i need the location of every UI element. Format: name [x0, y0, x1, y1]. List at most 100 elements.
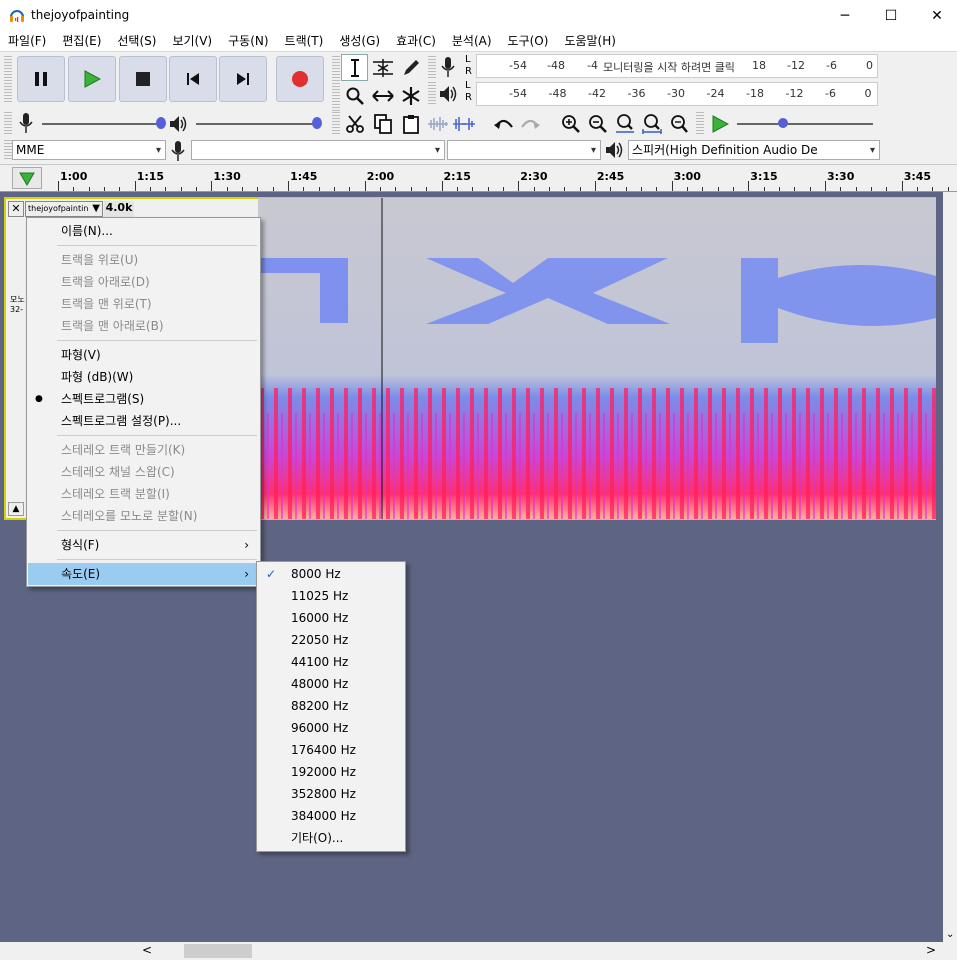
stop-button[interactable]: [119, 56, 167, 102]
context-menu-item[interactable]: 트랙을 맨 아래로(B): [28, 315, 259, 337]
menu-9[interactable]: 도구(O): [500, 31, 557, 51]
rate-option[interactable]: 96000 Hz: [258, 717, 404, 739]
rate-option[interactable]: 22050 Hz: [258, 629, 404, 651]
draw-tool-button[interactable]: [397, 54, 424, 81]
play-at-speed-button[interactable]: [706, 110, 733, 137]
selection-tool-button[interactable]: [341, 54, 368, 81]
multi-tool-button[interactable]: [397, 82, 424, 109]
rate-option[interactable]: 44100 Hz: [258, 651, 404, 673]
context-menu-item[interactable]: 파형 (dB)(W): [28, 366, 259, 388]
rate-option[interactable]: 48000 Hz: [258, 673, 404, 695]
recording-device-select[interactable]: ▾: [191, 140, 445, 160]
paste-button[interactable]: [397, 110, 424, 137]
record-meter[interactable]: -54 -48 -4 18 -12 -6 0 모니터링을 시작 하려면 클릭: [476, 54, 878, 78]
envelope-tool-button[interactable]: [369, 54, 396, 81]
skip-to-start-button[interactable]: [169, 56, 217, 102]
playback-speed-slider[interactable]: [737, 123, 873, 125]
pinned-play-head-button[interactable]: [12, 167, 42, 189]
pause-button[interactable]: [17, 56, 65, 102]
context-menu-item[interactable]: 속도(E) ›: [28, 563, 259, 585]
menu-3[interactable]: 보기(V): [164, 31, 220, 51]
rate-option[interactable]: 88200 Hz: [258, 695, 404, 717]
playback-volume-thumb[interactable]: [312, 117, 322, 129]
context-menu-item[interactable]: 트랙을 맨 위로(T): [28, 293, 259, 315]
fit-project-button[interactable]: [638, 110, 665, 137]
menu-1[interactable]: 편집(E): [54, 31, 109, 51]
toolbar-grip[interactable]: [4, 56, 12, 104]
context-menu-item[interactable]: 스테레오 트랙 분할(I): [28, 483, 259, 505]
rate-option[interactable]: 기타(O)...: [258, 827, 404, 849]
menu-8[interactable]: 분석(A): [444, 31, 500, 51]
playback-speed-thumb[interactable]: [778, 118, 788, 128]
menu-bar: 파일(F) 편집(E) 선택(S) 보기(V) 구동(N) 트랙(T) 생성(G) 효과(C)…: [0, 31, 957, 51]
track-close-button[interactable]: ✕: [8, 201, 24, 217]
cut-button[interactable]: [341, 110, 368, 137]
context-menu-item[interactable]: 스테레오 채널 스왑(C): [28, 461, 259, 483]
context-menu-item[interactable]: 파형(V): [28, 344, 259, 366]
zoom-out-button[interactable]: [584, 110, 611, 137]
close-button[interactable]: ✕: [914, 0, 957, 31]
toolbar-grip[interactable]: [332, 56, 340, 111]
track-name-menu-button[interactable]: thejoyofpaintin ▼: [25, 201, 103, 217]
scroll-down-icon[interactable]: ⌄: [946, 929, 954, 940]
rate-option[interactable]: 352800 Hz: [258, 783, 404, 805]
recording-channels-select[interactable]: ▾: [447, 140, 601, 160]
playback-meter[interactable]: -54 -48 -42 -36 -30 -24 -18 -12 -6 0: [476, 82, 878, 106]
copy-button[interactable]: [369, 110, 396, 137]
timeline-ruler[interactable]: 1:00 1:15 1:30 1:45 2:00 2:15 2:30 2:45 3:00 3:15…: [0, 164, 957, 192]
horizontal-scrollbar[interactable]: < >: [0, 942, 957, 960]
fit-selection-button[interactable]: [611, 110, 638, 137]
zoom-in-button[interactable]: [557, 110, 584, 137]
context-menu-item[interactable]: 스테레오 트랙 만들기(K): [28, 439, 259, 461]
toolbar-grip[interactable]: [428, 56, 436, 78]
context-menu-item[interactable]: 형식(F) ›: [28, 534, 259, 556]
record-button[interactable]: [276, 56, 324, 102]
menu-7[interactable]: 효과(C): [388, 31, 444, 51]
context-menu-item[interactable]: 스펙트로그램 설정(P)...: [28, 410, 259, 432]
context-menu-item[interactable]: ● 스펙트로그램(S): [28, 388, 259, 410]
toolbar-grip[interactable]: [332, 112, 340, 134]
silence-audio-button[interactable]: [450, 110, 477, 137]
menu-4[interactable]: 구동(N): [220, 31, 276, 51]
audio-host-select[interactable]: MME ▾: [12, 140, 166, 160]
rate-option[interactable]: ✓ 8000 Hz: [258, 563, 404, 585]
toolbar-grip[interactable]: [4, 112, 12, 134]
toolbar-grip[interactable]: [696, 112, 704, 134]
playback-device-select[interactable]: 스피커(High Definition Audio De ▾: [628, 140, 880, 160]
menu-10[interactable]: 도움말(H): [556, 31, 624, 51]
menu-0[interactable]: 파일(F): [0, 31, 54, 51]
trim-audio-button[interactable]: [424, 110, 451, 137]
maximize-button[interactable]: ☐: [868, 0, 914, 31]
rate-option[interactable]: 176400 Hz: [258, 739, 404, 761]
playback-volume-slider[interactable]: [196, 123, 316, 125]
context-menu-item[interactable]: 트랙을 위로(U): [28, 249, 259, 271]
rate-option[interactable]: 384000 Hz: [258, 805, 404, 827]
redo-button[interactable]: [516, 110, 543, 137]
undo-button[interactable]: [490, 110, 517, 137]
rate-option[interactable]: 16000 Hz: [258, 607, 404, 629]
menu-6[interactable]: 생성(G): [331, 31, 388, 51]
time-shift-tool-button[interactable]: [369, 82, 396, 109]
zoom-toggle-button[interactable]: [665, 110, 692, 137]
recording-volume-slider[interactable]: [42, 123, 162, 125]
rate-option[interactable]: 11025 Hz: [258, 585, 404, 607]
play-button[interactable]: [68, 56, 116, 102]
zoom-tool-button[interactable]: [341, 82, 368, 109]
rate-option[interactable]: 192000 Hz: [258, 761, 404, 783]
context-menu-item[interactable]: 이름(N)...: [28, 220, 259, 242]
toolbar-grip[interactable]: [4, 140, 12, 160]
context-menu-item[interactable]: 스테레오를 모노로 분할(N): [28, 505, 259, 527]
skip-to-end-button[interactable]: [219, 56, 267, 102]
recording-volume-thumb[interactable]: [156, 117, 166, 129]
spectrogram-view[interactable]: [258, 198, 936, 519]
minimize-button[interactable]: ─: [822, 0, 868, 31]
toolbar-grip[interactable]: [428, 82, 436, 106]
context-menu-item[interactable]: 트랙을 아래로(D): [28, 271, 259, 293]
menu-5[interactable]: 트랙(T): [277, 31, 332, 51]
collapse-track-button[interactable]: ▲: [8, 502, 24, 516]
vertical-scrollbar[interactable]: ⌄: [943, 192, 957, 942]
scroll-left-icon[interactable]: <: [142, 943, 152, 957]
menu-2[interactable]: 선택(S): [109, 31, 164, 51]
horizontal-scroll-thumb[interactable]: [184, 944, 252, 958]
scroll-right-icon[interactable]: >: [926, 943, 936, 957]
